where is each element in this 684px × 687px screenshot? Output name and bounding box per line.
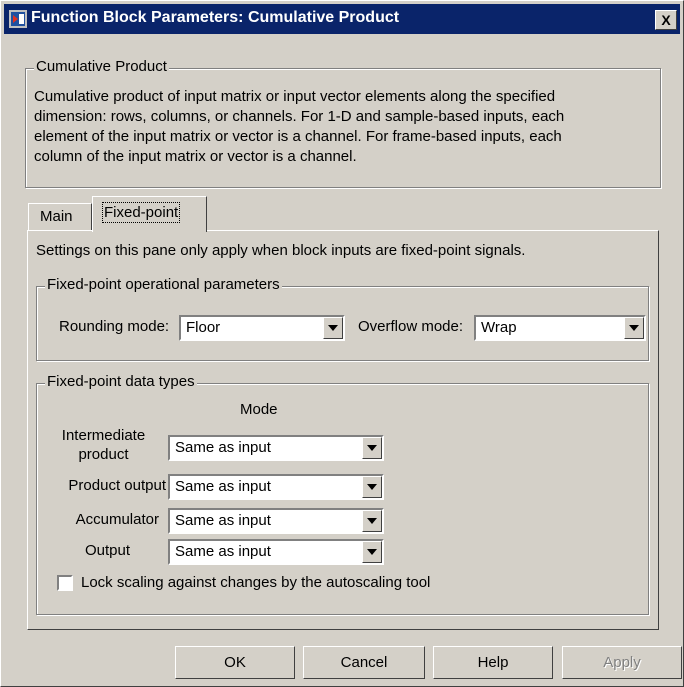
accumulator-select[interactable]: Same as input (168, 508, 384, 534)
product-output-label: Product output (68, 477, 166, 494)
tab-fixed-point[interactable]: Fixed-point (92, 196, 207, 232)
overflow-mode-select[interactable]: Wrap (474, 315, 646, 341)
accumulator-value: Same as input (175, 512, 271, 529)
intermediate-product-label: Intermediate product (41, 426, 166, 464)
description-line: column of the input matrix or vector is … (34, 148, 357, 165)
rounding-mode-value: Floor (186, 319, 221, 336)
description-legend: Cumulative Product (34, 58, 169, 75)
tab-main-label: Main (40, 208, 73, 225)
ok-button[interactable]: OK (175, 646, 295, 679)
overflow-mode-value: Wrap (481, 319, 517, 336)
window-title: Function Block Parameters: Cumulative Pr… (31, 9, 400, 26)
block-description: Cumulative product of input matrix or in… (34, 87, 644, 167)
output-value: Same as input (175, 543, 271, 560)
chevron-down-icon[interactable] (362, 510, 382, 532)
mode-column-header: Mode (240, 401, 278, 418)
tab-fixed-point-label: Fixed-point (101, 202, 181, 223)
description-line: dimension: rows, columns, or channels. F… (34, 108, 565, 125)
help-button[interactable]: Help (433, 646, 553, 679)
help-button-label: Help (477, 654, 509, 671)
intermediate-product-value: Same as input (175, 439, 271, 456)
lock-scaling-checkbox[interactable] (57, 575, 73, 591)
chevron-down-icon[interactable] (362, 541, 382, 563)
apply-button[interactable]: Apply (562, 646, 682, 679)
description-line: Cumulative product of input matrix or in… (34, 88, 556, 105)
description-line: element of the input matrix or vector is… (34, 128, 562, 145)
close-button[interactable]: X (655, 10, 677, 30)
close-icon: X (661, 12, 671, 28)
operational-params-legend: Fixed-point operational parameters (45, 276, 282, 293)
overflow-mode-label: Overflow mode: (358, 318, 464, 335)
accumulator-label: Accumulator (75, 511, 159, 528)
intermediate-product-label-line2: product (78, 446, 129, 463)
rounding-mode-select[interactable]: Floor (179, 315, 345, 341)
output-label: Output (85, 542, 131, 559)
apply-button-label: Apply (603, 654, 641, 671)
cancel-button-label: Cancel (340, 654, 388, 671)
intermediate-product-label-line1: Intermediate (61, 427, 146, 444)
data-types-legend: Fixed-point data types (45, 373, 197, 390)
chevron-down-icon[interactable] (362, 476, 382, 498)
simulink-block-icon (9, 10, 27, 28)
chevron-down-icon[interactable] (323, 317, 343, 339)
chevron-down-icon[interactable] (624, 317, 644, 339)
fixed-point-note: Settings on this pane only apply when bl… (36, 242, 526, 259)
tab-main[interactable]: Main (28, 203, 92, 230)
chevron-down-icon[interactable] (362, 437, 382, 459)
lock-scaling-label[interactable]: Lock scaling against changes by the auto… (81, 574, 430, 591)
intermediate-product-select[interactable]: Same as input (168, 435, 384, 461)
dialog-window: Function Block Parameters: Cumulative Pr… (0, 0, 684, 687)
ok-button-label: OK (224, 654, 246, 671)
product-output-select[interactable]: Same as input (168, 474, 384, 500)
product-output-value: Same as input (175, 478, 271, 495)
title-bar[interactable]: Function Block Parameters: Cumulative Pr… (4, 4, 680, 34)
cancel-button[interactable]: Cancel (303, 646, 425, 679)
rounding-mode-label: Rounding mode: (59, 318, 170, 335)
output-select[interactable]: Same as input (168, 539, 384, 565)
